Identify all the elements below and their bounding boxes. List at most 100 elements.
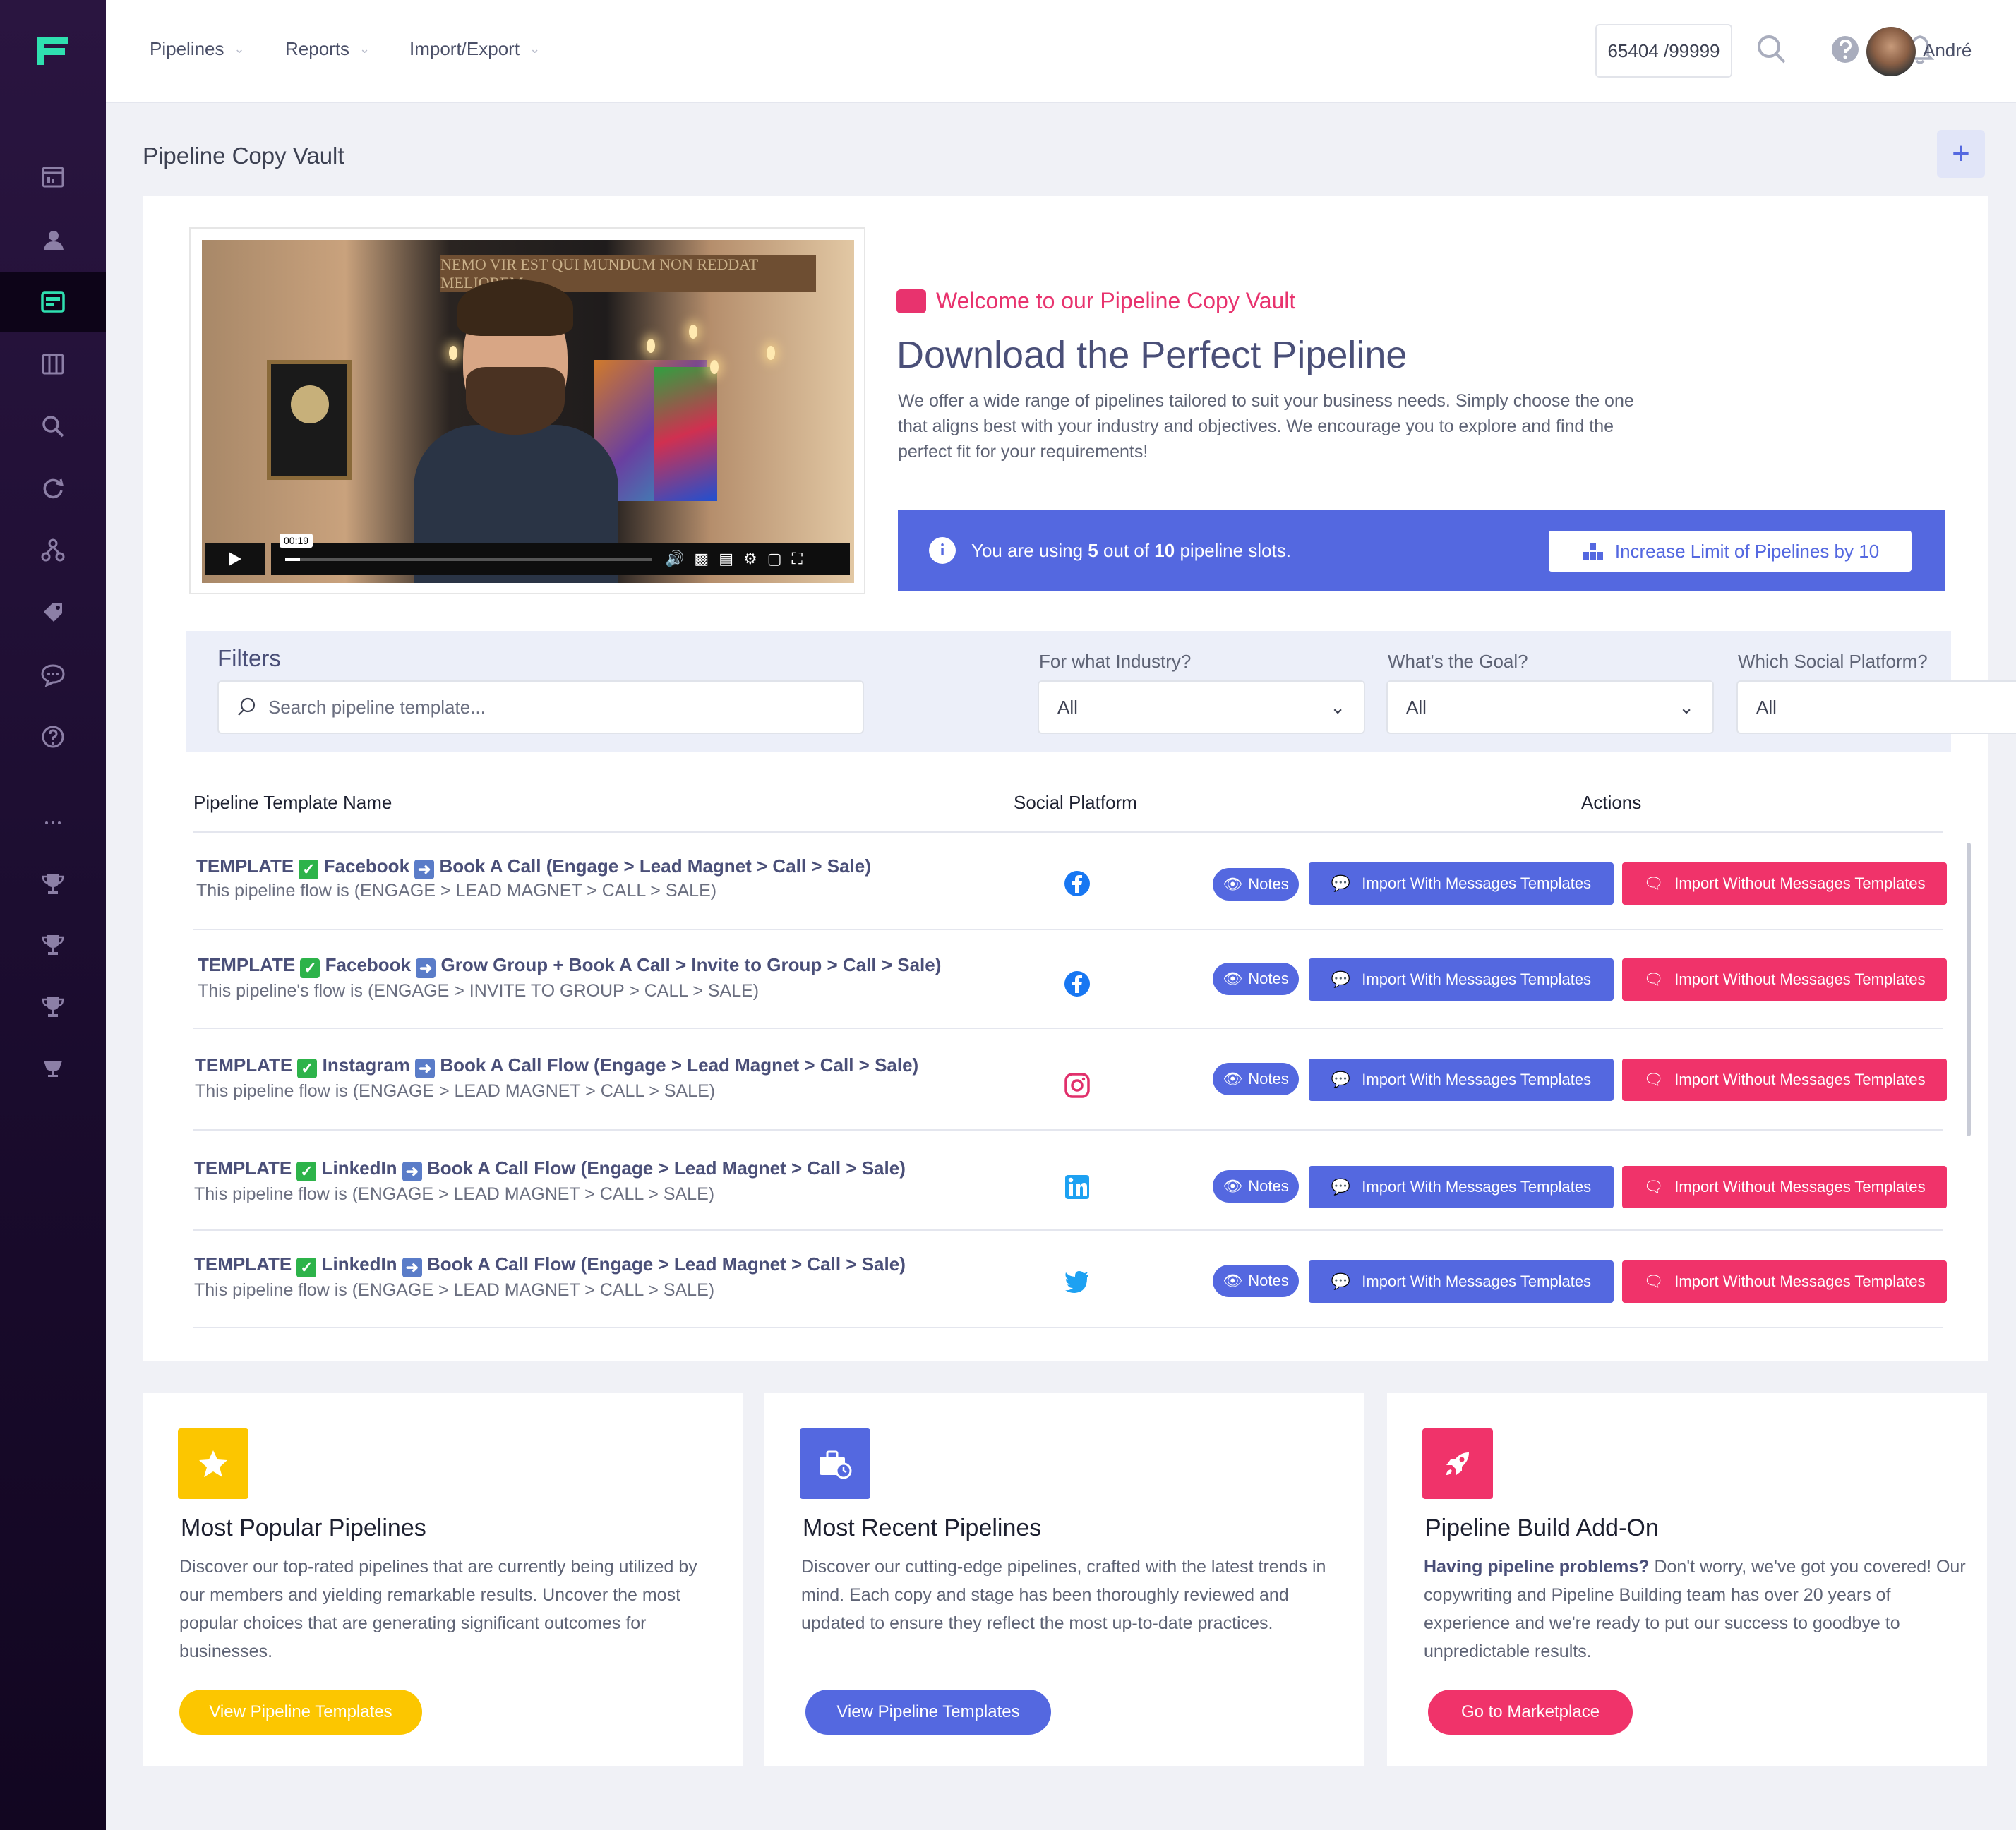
fullscreen-icon[interactable]: ⛶ [792, 550, 803, 568]
comments-icon: 💬 [1331, 1178, 1351, 1196]
notes-button[interactable]: 👁 Notes [1213, 868, 1299, 901]
import-without-templates-button[interactable]: 🗨 Import Without Messages Templates [1622, 1166, 1947, 1208]
import-with-templates-button[interactable]: 💬 Import With Messages Templates [1309, 1166, 1614, 1208]
sidebar-item-tags[interactable] [0, 583, 106, 642]
card-text: Discover our cutting-edge pipelines, cra… [801, 1557, 1326, 1633]
comments-icon: 💬 [1331, 970, 1351, 988]
platform-select[interactable]: All⌄ [1736, 680, 2016, 734]
row-title-rest: Book A Call Flow (Engage > Lead Magnet >… [427, 1253, 906, 1275]
comment-slash-icon: 🗨 [1643, 1272, 1664, 1290]
row-title-rest: Grow Group + Book A Call > Invite to Gro… [440, 954, 942, 975]
row-title-rest: Book A Call (Engage > Lead Magnet > Call… [439, 855, 871, 877]
col-platform-header[interactable]: Social Platform [1014, 792, 1137, 814]
go-to-marketplace-button[interactable]: Go to Marketplace [1428, 1690, 1633, 1735]
play-button[interactable] [205, 543, 265, 575]
row-platform-name: Instagram [322, 1054, 410, 1076]
row-title[interactable]: TEMPLATE ✓ LinkedIn ➜ Book A Call Flow (… [194, 1157, 906, 1181]
intro-video[interactable]: NEMO VIR EST QUI MUNDUM NON REDDAT MELIO… [189, 227, 865, 594]
sidebar-item-contacts[interactable] [0, 210, 106, 270]
row-title[interactable]: TEMPLATE ✓ Instagram ➜ Book A Call Flow … [195, 1054, 918, 1078]
import-with-label: Import With Messages Templates [1362, 1272, 1592, 1290]
instagram-icon [1064, 1073, 1090, 1098]
sidebar-item-search[interactable] [0, 397, 106, 456]
comments-icon: 💬 [1331, 874, 1351, 892]
notes-button[interactable]: 👁 Notes [1213, 1170, 1299, 1203]
comments-icon: 💬 [1331, 1071, 1351, 1088]
nav-reports[interactable]: Reports ⌄ [285, 38, 370, 60]
notes-button[interactable]: 👁 Notes [1213, 1265, 1299, 1297]
tickets-icon [44, 603, 62, 622]
import-without-templates-button[interactable]: 🗨 Import Without Messages Templates [1622, 1059, 1947, 1101]
pipeline-icon [41, 291, 65, 313]
sidebar-item-award[interactable] [0, 1037, 106, 1097]
increase-limit-button[interactable]: Increase Limit of Pipelines by 10 [1549, 531, 1912, 572]
sidebar-item-network[interactable] [0, 521, 106, 580]
import-with-label: Import With Messages Templates [1362, 970, 1592, 988]
username[interactable]: André [1923, 40, 1972, 61]
captions-icon[interactable]: ▩ [694, 550, 709, 568]
import-without-label: Import Without Messages Templates [1674, 1071, 1926, 1088]
chevron-down-icon: ⌄ [529, 42, 541, 56]
row-title[interactable]: TEMPLATE ✓ LinkedIn ➜ Book A Call Flow (… [194, 1253, 906, 1277]
import-with-templates-button[interactable]: 💬 Import With Messages Templates [1309, 1260, 1614, 1303]
import-without-templates-button[interactable]: 🗨 Import Without Messages Templates [1622, 862, 1947, 905]
sidebar-item-pipelines[interactable] [0, 272, 106, 332]
video-progress[interactable]: 00:19 [280, 533, 652, 561]
import-with-templates-button[interactable]: 💬 Import With Messages Templates [1309, 862, 1614, 905]
goal-select[interactable]: All ⌄ [1386, 680, 1714, 734]
avatar[interactable] [1866, 27, 1916, 76]
arrow-right-icon: ➜ [402, 1258, 422, 1277]
hero-description: We offer a wide range of pipelines tailo… [898, 391, 1634, 462]
row-platform-name: Facebook [325, 954, 412, 975]
search-icon[interactable] [1755, 32, 1789, 66]
pip-icon[interactable]: ▢ [767, 550, 782, 568]
col-name-header[interactable]: Pipeline Template Name [193, 792, 392, 814]
row-subtitle: This pipeline flow is (ENGAGE > LEAD MAG… [196, 881, 717, 901]
network-icon [41, 538, 65, 562]
welcome-line: Welcome to our Pipeline Copy Vault [896, 288, 1295, 314]
brand-logo[interactable] [34, 34, 71, 68]
comments-icon: 💬 [1331, 1272, 1351, 1290]
sidebar-item-messages[interactable] [0, 645, 106, 704]
import-with-templates-button[interactable]: 💬 Import With Messages Templates [1309, 1059, 1614, 1101]
import-without-templates-button[interactable]: 🗨 Import Without Messages Templates [1622, 958, 1947, 1001]
arrow-right-icon: ➜ [414, 860, 435, 879]
search-input[interactable]: Search pipeline template... [217, 680, 864, 734]
row-title[interactable]: TEMPLATE ✓ Facebook ➜ Book A Call (Engag… [196, 855, 871, 879]
notes-button[interactable]: 👁 Notes [1213, 963, 1299, 995]
nav-import-export[interactable]: Import/Export ⌄ [409, 38, 540, 60]
nav-pipelines[interactable]: Pipelines ⌄ [150, 38, 245, 60]
row-title-rest: Book A Call Flow (Engage > Lead Magnet >… [427, 1157, 906, 1179]
sidebar-item-help[interactable] [0, 707, 106, 766]
sidebar-item-trophy-2[interactable] [0, 915, 106, 974]
chevron-down-icon: ⌄ [1330, 696, 1345, 718]
sidebar-item-trophy-3[interactable] [0, 977, 106, 1036]
view-recent-templates-button[interactable]: View Pipeline Templates [805, 1690, 1051, 1735]
sidebar-item-dashboard[interactable] [0, 147, 106, 206]
table-scrollbar[interactable] [1967, 843, 1971, 1136]
sidebar-item-more[interactable] [0, 793, 106, 853]
volume-icon[interactable]: 🔊 [665, 550, 684, 568]
sidebar-item-board[interactable] [0, 335, 106, 394]
view-popular-templates-button[interactable]: View Pipeline Templates [179, 1690, 422, 1735]
settings-icon[interactable]: ⚙ [743, 550, 757, 568]
row-title[interactable]: TEMPLATE ✓ Facebook ➜ Grow Group + Book … [198, 954, 941, 978]
import-with-templates-button[interactable]: 💬 Import With Messages Templates [1309, 958, 1614, 1001]
comment-slash-icon: 🗨 [1643, 1071, 1664, 1088]
video-timeline[interactable]: 00:19 🔊 ▩ ▤ ⚙ ▢ ⛶ [271, 533, 850, 575]
help-icon[interactable] [1828, 32, 1862, 66]
sidebar-item-trophy-1[interactable] [0, 854, 106, 913]
rocket-glyph [1446, 1452, 1469, 1475]
add-button[interactable]: + [1937, 130, 1985, 178]
transcript-icon[interactable]: ▤ [719, 550, 733, 568]
row-subtitle: This pipeline flow is (ENGAGE > LEAD MAG… [195, 1081, 716, 1101]
chevron-down-icon: ⌄ [359, 42, 371, 56]
import-without-templates-button[interactable]: 🗨 Import Without Messages Templates [1622, 1260, 1947, 1303]
import-without-label: Import Without Messages Templates [1674, 970, 1926, 988]
industry-select[interactable]: All ⌄ [1038, 680, 1365, 734]
sidebar-item-sync[interactable] [0, 459, 106, 518]
import-with-label: Import With Messages Templates [1362, 1071, 1592, 1088]
import-with-label: Import With Messages Templates [1362, 1178, 1592, 1196]
nav-reports-label: Reports [285, 38, 350, 59]
notes-button[interactable]: 👁 Notes [1213, 1063, 1299, 1095]
